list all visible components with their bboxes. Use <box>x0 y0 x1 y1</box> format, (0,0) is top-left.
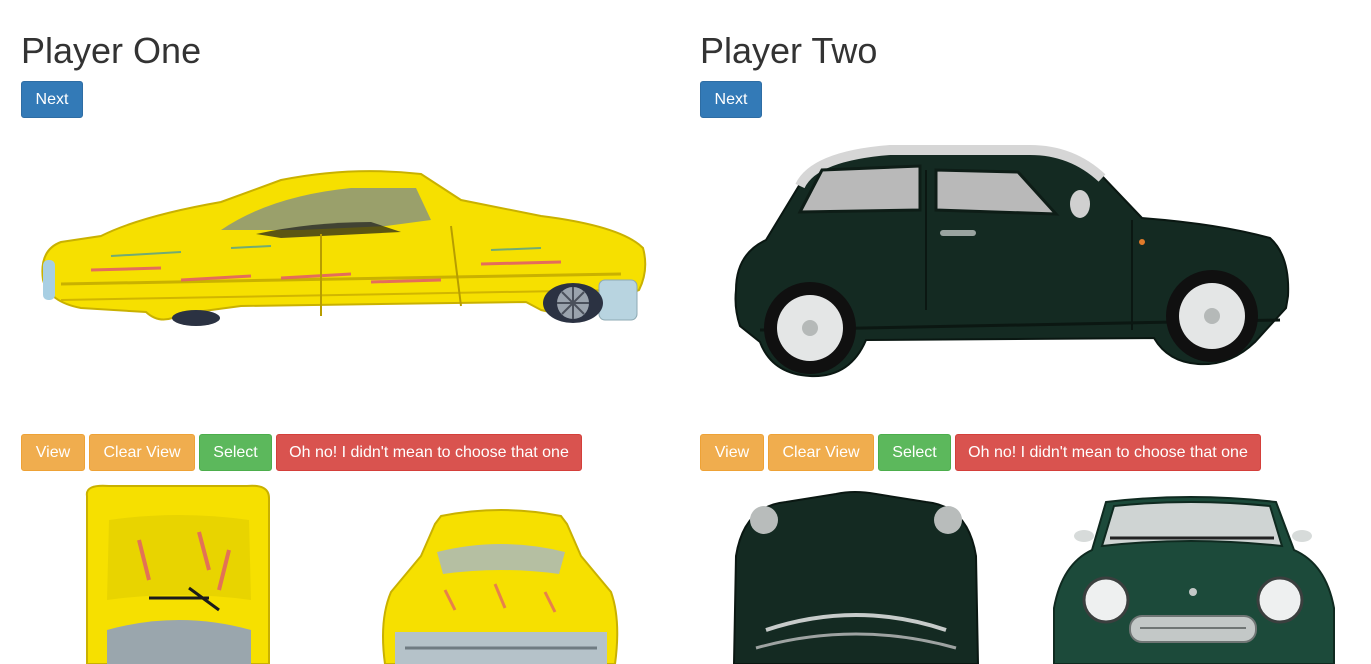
next-button[interactable]: Next <box>700 81 762 118</box>
view-button[interactable]: View <box>700 434 764 471</box>
car-main-image <box>41 170 647 326</box>
undo-choice-button[interactable]: Oh no! I didn't mean to choose that one <box>955 434 1261 471</box>
view-button[interactable]: View <box>21 434 85 471</box>
yellow-car-top-illustration <box>85 484 270 664</box>
next-button[interactable]: Next <box>21 81 83 118</box>
clear-view-button[interactable]: Clear View <box>89 434 195 471</box>
yellow-car-front-illustration <box>382 509 619 664</box>
select-button[interactable]: Select <box>199 434 272 471</box>
player-title: Player Two <box>700 30 878 71</box>
car-thumbnail-front[interactable] <box>1050 480 1336 664</box>
player-title: Player One <box>21 30 202 71</box>
select-button[interactable]: Select <box>878 434 951 471</box>
clear-view-button[interactable]: Clear View <box>768 434 874 471</box>
yellow-car-side-illustration <box>41 170 647 326</box>
player-one-panel: Player One Next View Clear View Select O… <box>21 0 681 664</box>
car-thumbnail-top[interactable] <box>79 480 279 664</box>
page: Player One Next View Clear View Select O… <box>0 0 1371 664</box>
car-main-image <box>734 145 1290 378</box>
undo-choice-button[interactable]: Oh no! I didn't mean to choose that one <box>276 434 582 471</box>
green-mini-front-illustration <box>1053 496 1335 664</box>
player-two-panel: Player Two Next View Clear View Select O… <box>700 0 1360 664</box>
car-thumbnail-top[interactable] <box>726 480 986 664</box>
green-mini-side-illustration <box>734 145 1290 378</box>
green-mini-top-illustration <box>732 491 980 664</box>
car-thumbnail-front[interactable] <box>375 480 627 664</box>
